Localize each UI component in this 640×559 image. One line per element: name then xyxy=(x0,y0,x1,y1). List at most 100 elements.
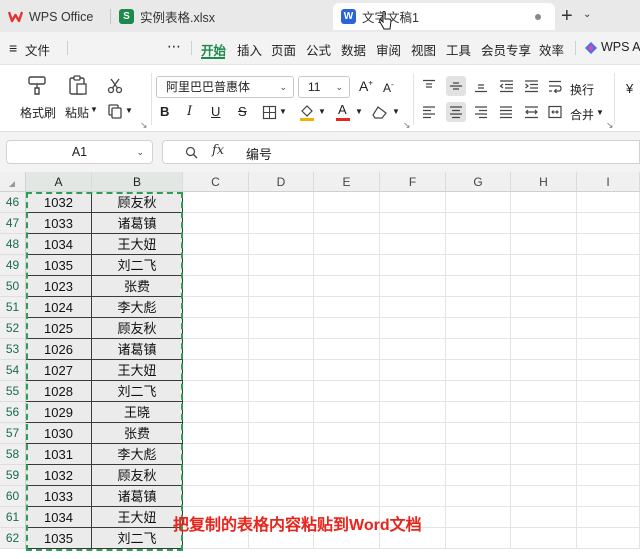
cell-empty[interactable] xyxy=(446,213,511,234)
fill-color-icon[interactable] xyxy=(299,103,315,121)
cell-empty[interactable] xyxy=(380,234,446,255)
font-size-select[interactable]: 11 ⌄ xyxy=(298,76,350,98)
cell-empty[interactable] xyxy=(314,360,380,381)
cell-empty[interactable] xyxy=(314,444,380,465)
cell-empty[interactable] xyxy=(249,276,314,297)
menu-member[interactable]: 会员专享 xyxy=(481,40,531,59)
cell-name[interactable]: 王大妞 xyxy=(92,234,183,255)
cell-id[interactable]: 1035 xyxy=(26,528,92,549)
cell-empty[interactable] xyxy=(249,486,314,507)
cell-id[interactable]: 1034 xyxy=(26,507,92,528)
cell-id[interactable]: 1028 xyxy=(26,381,92,402)
column-header-h[interactable]: H xyxy=(511,172,577,192)
menu-tools[interactable]: 工具 xyxy=(446,40,471,59)
cell-empty[interactable] xyxy=(380,339,446,360)
cell-id[interactable]: 1031 xyxy=(26,444,92,465)
cell-empty[interactable] xyxy=(249,255,314,276)
cell-empty[interactable] xyxy=(183,381,249,402)
paste-dropdown-icon[interactable]: ▼ xyxy=(90,105,98,114)
cell-id[interactable]: 1033 xyxy=(26,486,92,507)
align-right-icon[interactable] xyxy=(474,105,488,119)
strikethrough-icon[interactable]: S xyxy=(238,104,247,119)
column-header-b[interactable]: B xyxy=(92,172,183,192)
cell-empty[interactable] xyxy=(511,486,577,507)
cell-empty[interactable] xyxy=(577,276,640,297)
cell-empty[interactable] xyxy=(577,423,640,444)
cell-empty[interactable] xyxy=(183,192,249,213)
font-color-icon[interactable]: A xyxy=(338,102,347,117)
tab-list-chevron-icon[interactable]: ⌄ xyxy=(583,9,591,20)
column-header-e[interactable]: E xyxy=(314,172,380,192)
cell-empty[interactable] xyxy=(380,297,446,318)
paste-icon[interactable] xyxy=(67,74,89,96)
cell-empty[interactable] xyxy=(577,213,640,234)
wrap-text-icon[interactable] xyxy=(548,79,562,93)
italic-icon[interactable]: I xyxy=(187,104,192,119)
column-header-d[interactable]: D xyxy=(249,172,314,192)
cell-name[interactable]: 李大彪 xyxy=(92,444,183,465)
cell-empty[interactable] xyxy=(446,423,511,444)
cell-empty[interactable] xyxy=(380,318,446,339)
cell-empty[interactable] xyxy=(511,297,577,318)
cell-empty[interactable] xyxy=(577,465,640,486)
cell-id[interactable]: 1034 xyxy=(26,234,92,255)
cell-empty[interactable] xyxy=(446,318,511,339)
cell-name[interactable]: 刘二飞 xyxy=(92,528,183,549)
row-header[interactable]: 60 xyxy=(0,486,26,507)
hamburger-icon[interactable]: ≡ xyxy=(9,40,17,56)
cell-empty[interactable] xyxy=(577,318,640,339)
alignment-expand-icon[interactable]: ↘ xyxy=(606,120,614,131)
menu-formula[interactable]: 公式 xyxy=(306,40,331,59)
cell-empty[interactable] xyxy=(249,339,314,360)
cell-empty[interactable] xyxy=(314,465,380,486)
cell-empty[interactable] xyxy=(183,360,249,381)
cell-name[interactable]: 顾友秋 xyxy=(92,465,183,486)
cell-name[interactable]: 诸葛镇 xyxy=(92,213,183,234)
cell-id[interactable]: 1035 xyxy=(26,255,92,276)
spreadsheet-grid[interactable]: A B C D E F G H I 46 1032 顾友秋 47 1033 诸葛镇 48 1034 王大妞 49 10… xyxy=(0,172,640,559)
cell-empty[interactable] xyxy=(314,318,380,339)
cell-empty[interactable] xyxy=(380,276,446,297)
cell-id[interactable]: 1026 xyxy=(26,339,92,360)
cell-empty[interactable] xyxy=(446,255,511,276)
cell-empty[interactable] xyxy=(380,255,446,276)
cell-id[interactable]: 1033 xyxy=(26,213,92,234)
cell-empty[interactable] xyxy=(511,423,577,444)
cell-empty[interactable] xyxy=(183,486,249,507)
bold-icon[interactable]: B xyxy=(160,104,169,119)
cell-empty[interactable] xyxy=(511,234,577,255)
justify-icon[interactable] xyxy=(499,105,513,119)
cell-empty[interactable] xyxy=(183,318,249,339)
column-header-c[interactable]: C xyxy=(183,172,249,192)
cell-empty[interactable] xyxy=(511,213,577,234)
cell-name[interactable]: 诸葛镇 xyxy=(92,339,183,360)
cell-empty[interactable] xyxy=(577,360,640,381)
cell-empty[interactable] xyxy=(183,423,249,444)
cell-empty[interactable] xyxy=(446,234,511,255)
cell-empty[interactable] xyxy=(249,192,314,213)
cell-empty[interactable] xyxy=(183,465,249,486)
cell-empty[interactable] xyxy=(314,402,380,423)
row-header[interactable]: 48 xyxy=(0,234,26,255)
cell-id[interactable]: 1025 xyxy=(26,318,92,339)
cell-empty[interactable] xyxy=(380,360,446,381)
align-center-icon[interactable] xyxy=(449,105,463,119)
cell-empty[interactable] xyxy=(249,423,314,444)
cell-empty[interactable] xyxy=(183,297,249,318)
cell-name[interactable]: 张费 xyxy=(92,276,183,297)
menu-insert[interactable]: 插入 xyxy=(237,40,262,59)
cell-empty[interactable] xyxy=(314,423,380,444)
row-header[interactable]: 56 xyxy=(0,402,26,423)
cell-empty[interactable] xyxy=(380,423,446,444)
cell-empty[interactable] xyxy=(314,339,380,360)
merge-dropdown-icon[interactable]: ▼ xyxy=(596,108,604,117)
cell-empty[interactable] xyxy=(249,213,314,234)
cell-empty[interactable] xyxy=(183,444,249,465)
row-header[interactable]: 52 xyxy=(0,318,26,339)
cell-id[interactable]: 1030 xyxy=(26,423,92,444)
tab-document[interactable]: W 文字文稿1 xyxy=(333,3,555,30)
menu-page[interactable]: 页面 xyxy=(271,40,296,59)
cell-empty[interactable] xyxy=(314,255,380,276)
cell-empty[interactable] xyxy=(249,297,314,318)
cell-empty[interactable] xyxy=(577,381,640,402)
